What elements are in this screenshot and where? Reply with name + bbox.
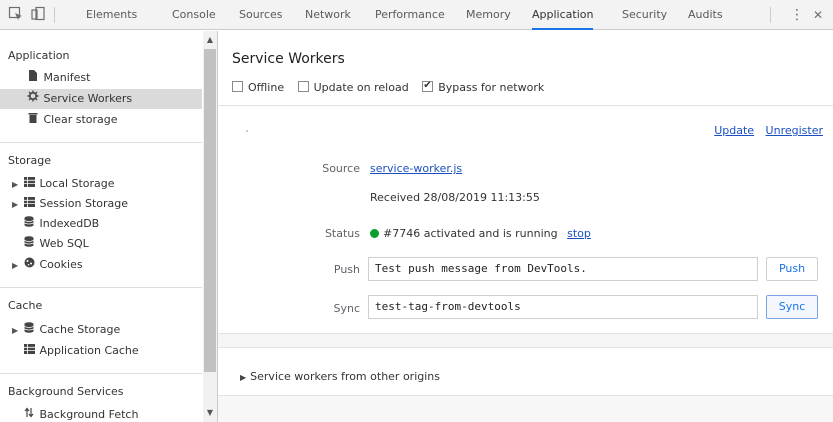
expand-arrow-icon[interactable]: ▶ <box>12 195 22 215</box>
service-worker-options: Offline Update on reload Bypass for netw… <box>232 78 554 96</box>
bypass-for-network-label: Bypass for network <box>438 81 545 94</box>
cookie-icon <box>22 255 36 275</box>
sidebar-divider <box>0 287 202 288</box>
tab-audits[interactable]: Audits <box>688 0 723 30</box>
sidebar-scrollbar-thumb[interactable] <box>204 49 216 372</box>
sidebar-item-clear-storage[interactable]: Clear storage <box>0 110 202 130</box>
expand-arrow-icon[interactable]: ▶ <box>12 175 22 195</box>
sidebar-item-manifest[interactable]: Manifest <box>0 68 202 88</box>
trash-icon <box>26 110 40 130</box>
bypass-for-network-checkbox[interactable] <box>422 78 434 94</box>
grid-icon <box>22 194 36 214</box>
sidebar-divider <box>0 142 202 143</box>
application-sidebar: Application Manifest Service Workers Cle… <box>0 31 218 422</box>
sidebar-item-label: Background Fetch <box>39 408 139 421</box>
more-options-icon[interactable]: ⋮ <box>790 0 804 30</box>
source-label: Source <box>322 162 360 175</box>
offline-label: Offline <box>248 81 285 94</box>
sidebar-item-label: Service Workers <box>43 92 133 105</box>
sidebar-item-label: Manifest <box>43 71 91 84</box>
sidebar-item-label: Cookies <box>39 258 83 271</box>
tab-security[interactable]: Security <box>622 0 667 30</box>
tab-network[interactable]: Network <box>305 0 351 30</box>
scroll-up-arrow-icon[interactable]: ▲ <box>205 35 215 44</box>
status-running-icon <box>370 229 379 238</box>
database-icon <box>22 234 36 254</box>
worker-actions: Update Unregister <box>706 124 823 137</box>
push-button[interactable]: Push <box>766 257 818 281</box>
sidebar-item-label: Application Cache <box>39 344 139 357</box>
sidebar-item-web-sql[interactable]: Web SQL <box>0 234 202 254</box>
update-link[interactable]: Update <box>714 124 754 137</box>
sidebar-header-storage: Storage <box>8 154 52 167</box>
source-file-link[interactable]: service-worker.js <box>370 162 462 175</box>
section-divider <box>218 105 833 106</box>
service-workers-panel: Service Workers Offline Update on reload… <box>218 31 833 422</box>
tab-console[interactable]: Console <box>172 0 216 30</box>
other-origins-toggle[interactable]: ▶ Service workers from other origins <box>240 370 440 383</box>
tab-application[interactable]: Application <box>532 0 594 30</box>
toolbar-divider <box>54 7 55 23</box>
sidebar-header-background-services: Background Services <box>8 385 124 398</box>
update-on-reload-label: Update on reload <box>313 81 409 94</box>
up-down-arrows-icon <box>22 405 36 422</box>
sidebar-item-service-workers[interactable]: Service Workers <box>0 89 202 109</box>
tab-sources[interactable]: Sources <box>239 0 283 30</box>
panel-footer <box>218 396 833 422</box>
offline-checkbox[interactable] <box>232 81 243 92</box>
status-label: Status <box>324 227 360 240</box>
close-icon[interactable]: ✕ <box>813 0 823 30</box>
expand-arrow-icon[interactable]: ▶ <box>12 321 22 341</box>
section-gap <box>218 334 833 347</box>
update-on-reload-checkbox[interactable] <box>297 81 309 92</box>
sidebar-item-application-cache[interactable]: Application Cache <box>0 341 202 361</box>
status-text: #7746 activated and is running <box>383 227 558 240</box>
section-divider <box>218 347 833 348</box>
page-title: Service Workers <box>232 51 345 67</box>
sync-button[interactable]: Sync <box>766 295 818 319</box>
status-value: #7746 activated and is running stop <box>370 227 591 240</box>
database-icon <box>22 214 36 234</box>
database-icon <box>22 320 36 340</box>
sync-input[interactable]: test-tag-from-devtools <box>368 295 758 319</box>
grid-icon <box>22 174 36 194</box>
tab-performance[interactable]: Performance <box>375 0 445 30</box>
sidebar-item-cookies[interactable]: ▶ Cookies <box>0 255 202 275</box>
gear-icon <box>26 89 40 109</box>
devtools-tabbar: Elements Console Sources Network Perform… <box>0 0 833 30</box>
scroll-down-arrow-icon[interactable]: ▼ <box>205 408 215 417</box>
expand-arrow-icon: ▶ <box>240 373 247 382</box>
sidebar-item-cache-storage[interactable]: ▶ Cache Storage <box>0 320 202 340</box>
other-origins-label: Service workers from other origins <box>250 370 440 383</box>
sidebar-item-indexeddb[interactable]: IndexedDB <box>0 214 202 234</box>
sidebar-item-label: IndexedDB <box>39 217 100 230</box>
sidebar-item-background-fetch[interactable]: Background Fetch <box>0 405 202 422</box>
sidebar-item-label: Clear storage <box>43 113 118 126</box>
unregister-link[interactable]: Unregister <box>766 124 823 137</box>
toolbar-divider-right <box>770 7 771 23</box>
sidebar-item-label: Web SQL <box>39 237 89 250</box>
sidebar-divider <box>0 373 202 374</box>
sidebar-item-session-storage[interactable]: ▶ Session Storage <box>0 194 202 214</box>
worker-marker <box>246 130 248 132</box>
tab-memory[interactable]: Memory <box>466 0 511 30</box>
push-label: Push <box>333 263 360 276</box>
received-timestamp: Received 28/08/2019 11:13:55 <box>370 191 540 204</box>
sidebar-header-cache: Cache <box>8 299 43 312</box>
sidebar-item-label: Session Storage <box>39 197 129 210</box>
sidebar-item-label: Cache Storage <box>39 323 121 336</box>
tab-elements[interactable]: Elements <box>86 0 137 30</box>
sync-label: Sync <box>333 302 360 315</box>
grid-icon <box>22 341 36 361</box>
push-input[interactable]: Test push message from DevTools. <box>368 257 758 281</box>
inspect-element-icon[interactable] <box>8 6 24 22</box>
sidebar-header-application: Application <box>8 49 70 62</box>
device-toolbar-icon[interactable] <box>30 6 46 22</box>
expand-arrow-icon[interactable]: ▶ <box>12 256 22 276</box>
stop-link[interactable]: stop <box>567 227 591 240</box>
sidebar-item-label: Local Storage <box>39 177 115 190</box>
sidebar-item-local-storage[interactable]: ▶ Local Storage <box>0 174 202 194</box>
document-icon <box>26 68 40 88</box>
